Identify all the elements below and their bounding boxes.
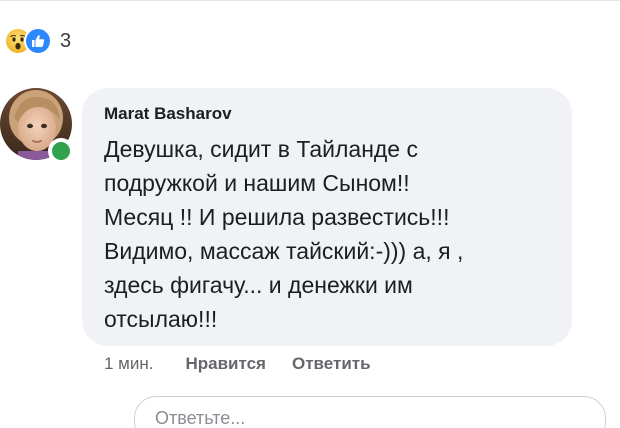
reply-input[interactable] bbox=[153, 406, 587, 428]
comment-timestamp[interactable]: 1 мин. bbox=[104, 354, 153, 374]
like-button[interactable]: Нравится bbox=[185, 354, 266, 374]
online-status-indicator bbox=[48, 138, 74, 164]
comment-text-line: Девушка, сидит в Тайланде с bbox=[104, 136, 418, 162]
comment-author-name[interactable]: Marat Basharov bbox=[104, 104, 232, 124]
reply-box[interactable] bbox=[134, 396, 606, 428]
divider bbox=[0, 0, 620, 1]
comment-actions: 1 мин. Нравится Ответить bbox=[104, 352, 371, 376]
comment-thread: 3 Marat Basharov Девушка, сидит в Тайлан… bbox=[0, 0, 620, 428]
comment-text-line: здесь фигачу... и денежки им bbox=[104, 272, 413, 298]
like-reaction-icon bbox=[24, 27, 52, 55]
comment-text-line: отсылаю!!! bbox=[104, 306, 218, 332]
reply-button[interactable]: Ответить bbox=[292, 354, 371, 374]
reaction-summary[interactable]: 3 bbox=[4, 27, 72, 55]
comment-text-line: Месяц !! И решила развестись!!! bbox=[104, 204, 450, 230]
comment-text-line: подружкой и нашим Сыном!! bbox=[104, 170, 410, 196]
reaction-count: 3 bbox=[60, 29, 72, 52]
comment-text: Девушка, сидит в Тайланде с подружкой и … bbox=[104, 132, 564, 336]
comment-text-line: Видимо, массаж тайский:-))) а, я , bbox=[104, 238, 464, 264]
comment-bubble: Marat Basharov Девушка, сидит в Тайланде… bbox=[82, 88, 572, 346]
avatar[interactable] bbox=[0, 88, 74, 164]
